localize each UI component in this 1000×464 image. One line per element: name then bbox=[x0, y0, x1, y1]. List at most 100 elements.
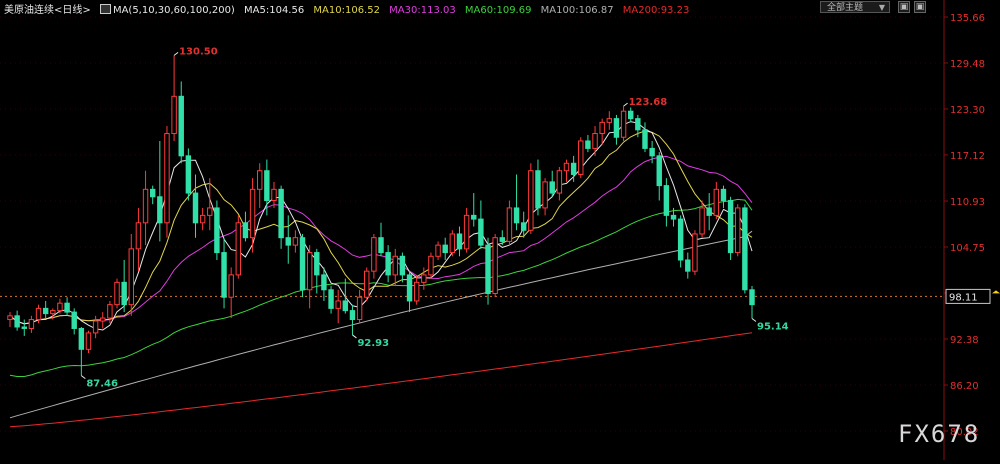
candle-body bbox=[599, 121, 605, 135]
candle-body bbox=[21, 326, 27, 329]
candle-body bbox=[606, 118, 613, 123]
candle-body bbox=[692, 233, 698, 272]
high-price-label: 130.50 bbox=[179, 46, 218, 57]
candle-body bbox=[635, 118, 641, 131]
candle-body bbox=[385, 252, 391, 276]
candle-body bbox=[249, 188, 256, 239]
annotation-leader bbox=[751, 318, 757, 322]
theme-label: 全部主题 bbox=[827, 3, 864, 13]
candle-body bbox=[299, 237, 306, 291]
candle-body bbox=[256, 170, 263, 190]
panel-toggle-icon[interactable]: ▣ bbox=[898, 1, 910, 13]
candle-body bbox=[428, 255, 434, 276]
candle-body bbox=[406, 274, 413, 302]
y-tick-label: 86.20 bbox=[950, 381, 979, 392]
candle-body bbox=[749, 289, 755, 306]
period-label[interactable]: <日线> bbox=[54, 5, 91, 16]
candle-body bbox=[71, 311, 77, 329]
candle-body bbox=[585, 140, 591, 149]
ma5-value: MA5:104.56 bbox=[244, 5, 305, 16]
candle-body bbox=[14, 315, 20, 328]
candle-body bbox=[392, 255, 398, 276]
candle-body bbox=[727, 199, 734, 254]
candle-body bbox=[50, 310, 56, 315]
window-toggle-icon[interactable]: ▣ bbox=[914, 1, 926, 13]
candle-body bbox=[164, 133, 170, 224]
candle-body bbox=[620, 110, 627, 138]
candle-body bbox=[121, 281, 127, 306]
candle-body bbox=[563, 162, 570, 172]
candle-body bbox=[670, 214, 677, 220]
ma60-value: MA60:109.69 bbox=[464, 5, 532, 16]
candle-body bbox=[542, 181, 548, 209]
theme-select[interactable]: 全部主题 ▼ bbox=[820, 1, 890, 13]
candle-body bbox=[556, 170, 563, 194]
candle-body bbox=[235, 222, 242, 276]
y-tick-label: 92.38 bbox=[950, 335, 979, 346]
candle-body bbox=[492, 237, 498, 294]
candle-body bbox=[642, 129, 648, 149]
candle-body bbox=[292, 237, 299, 246]
candle-body bbox=[157, 196, 163, 224]
candle-body bbox=[199, 214, 206, 224]
candle-body bbox=[685, 259, 691, 272]
candle-body bbox=[627, 110, 634, 120]
candle-body bbox=[649, 147, 655, 157]
annotation-leader bbox=[173, 51, 179, 56]
candle-body bbox=[549, 181, 555, 194]
ma10-value: MA10:106.52 bbox=[313, 5, 380, 16]
candle-body bbox=[742, 207, 748, 291]
candle-body bbox=[513, 207, 520, 224]
candle-body bbox=[64, 302, 70, 313]
candle-body bbox=[314, 252, 320, 276]
ma200-value: MA200:93.23 bbox=[622, 5, 690, 16]
current-price-label: 98.11 bbox=[949, 292, 978, 303]
y-tick-label: 129.48 bbox=[950, 59, 985, 70]
watermark-logo: FX678 bbox=[898, 420, 981, 448]
candle-body bbox=[207, 207, 213, 216]
candle-body bbox=[342, 300, 349, 312]
candle-body bbox=[570, 162, 577, 175]
candle-body bbox=[100, 317, 106, 322]
candle-body bbox=[435, 244, 441, 257]
candle-body bbox=[735, 207, 741, 254]
candlestick-chart: 130.50 87.46 92.93 123.68 95.14 135.66 129.48… bbox=[0, 0, 1000, 460]
candle-body bbox=[413, 281, 420, 302]
candle-body bbox=[107, 304, 113, 319]
y-tick-label: 117.12 bbox=[950, 151, 985, 162]
candle-body bbox=[7, 315, 13, 321]
annotation-leader bbox=[81, 375, 86, 380]
candle-body bbox=[356, 296, 363, 321]
candle-body bbox=[456, 233, 463, 250]
candle-body bbox=[28, 319, 35, 329]
candle-body bbox=[378, 237, 384, 254]
candle-body bbox=[142, 188, 149, 224]
candle-body bbox=[442, 244, 448, 254]
candle-body bbox=[306, 252, 313, 291]
y-tick-label: 135.66 bbox=[950, 13, 985, 24]
candle-body bbox=[242, 222, 249, 239]
candle-body bbox=[135, 222, 142, 250]
candle-body bbox=[471, 214, 477, 220]
candle-body bbox=[178, 95, 184, 157]
candle-body bbox=[535, 170, 541, 209]
candle-body bbox=[78, 327, 85, 350]
candle-body bbox=[421, 274, 427, 283]
candle-body bbox=[528, 170, 534, 231]
candle-body bbox=[278, 188, 284, 239]
high-price-label: 123.68 bbox=[629, 97, 668, 108]
candle-body bbox=[271, 188, 277, 201]
candle-body bbox=[221, 252, 227, 298]
chart-header: 美原油连续<日线> MA(5,10,30,60,100,200) MA5:104… bbox=[4, 1, 695, 16]
candle-body bbox=[114, 281, 120, 306]
candle-body bbox=[656, 155, 662, 187]
candle-body bbox=[264, 170, 270, 201]
y-tick-label: 123.30 bbox=[950, 105, 985, 116]
candle-body bbox=[35, 307, 42, 321]
candle-body bbox=[349, 310, 356, 321]
candle-body bbox=[463, 214, 470, 250]
candle-body bbox=[214, 207, 220, 254]
candle-body bbox=[613, 118, 620, 138]
candle-body bbox=[335, 300, 341, 309]
low-price-label: 87.46 bbox=[86, 379, 118, 390]
